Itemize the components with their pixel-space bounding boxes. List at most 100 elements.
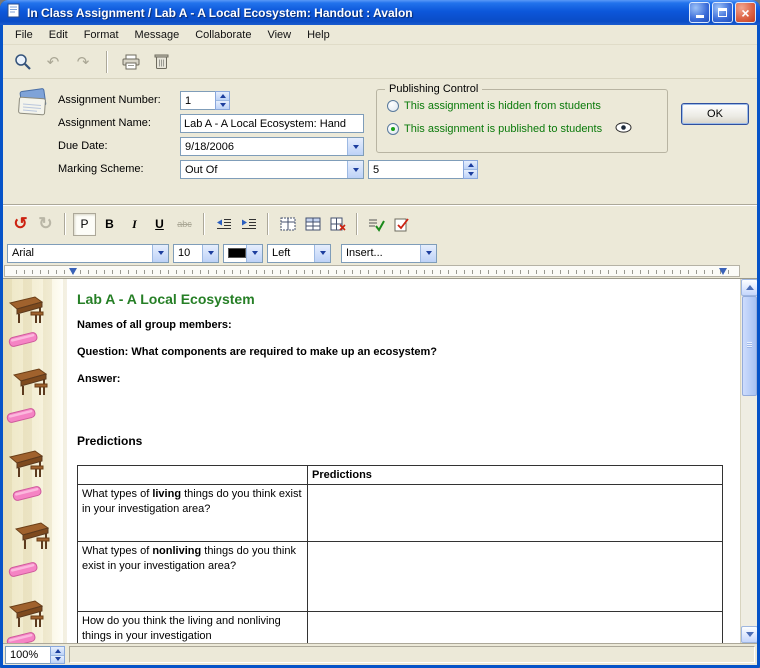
stepper-down-icon[interactable] xyxy=(216,100,229,109)
app-icon xyxy=(6,3,22,23)
redo-icon: ↻ xyxy=(34,213,57,236)
eraser-icon xyxy=(11,485,43,506)
close-button[interactable]: × xyxy=(735,2,756,23)
predictions-heading: Predictions xyxy=(77,434,142,448)
desk-icon xyxy=(9,293,49,330)
font-family-select[interactable]: Arial xyxy=(7,244,169,263)
history-back-icon: ↶ xyxy=(41,50,65,74)
marking-scheme-label: Marking Scheme: xyxy=(58,163,144,175)
stepper-down-icon[interactable] xyxy=(51,655,64,664)
stepper-down-icon[interactable] xyxy=(464,169,477,178)
validate-icon[interactable] xyxy=(390,213,413,236)
document-body[interactable]: Lab A - A Local Ecosystem Names of all g… xyxy=(67,279,740,643)
eraser-icon xyxy=(7,561,39,582)
stepper-up-icon[interactable] xyxy=(51,647,64,655)
document-pane: Lab A - A Local Ecosystem Names of all g… xyxy=(3,278,757,643)
radio-selected-icon[interactable] xyxy=(387,123,399,135)
stationery-margin xyxy=(3,279,67,643)
scrollbar-thumb[interactable] xyxy=(742,296,757,396)
ok-button-label: OK xyxy=(707,108,723,120)
stepper-up-icon[interactable] xyxy=(216,92,229,100)
menu-edit[interactable]: Edit xyxy=(41,27,76,43)
zoom-control[interactable]: 100% xyxy=(5,646,65,664)
marking-points-stepper[interactable]: 5 xyxy=(368,160,478,179)
toolbar-separator xyxy=(106,51,108,73)
dropdown-arrow-icon xyxy=(347,138,363,155)
insert-select[interactable]: Insert... xyxy=(341,244,437,263)
alignment-select[interactable]: Left xyxy=(267,244,331,263)
stepper-arrows xyxy=(463,160,478,179)
font-color-select[interactable] xyxy=(223,244,263,263)
dropdown-arrow-icon xyxy=(347,161,363,178)
header-cell-predictions: Predictions xyxy=(308,466,723,485)
bold-button[interactable]: B xyxy=(98,213,121,236)
history-forward-icon: ↷ xyxy=(71,50,95,74)
paragraph-marks-toggle[interactable]: P xyxy=(73,213,96,236)
publishing-control-group: Publishing Control This assignment is hi… xyxy=(376,89,668,153)
minimize-button[interactable] xyxy=(689,2,710,23)
assignment-number-value: 1 xyxy=(180,91,215,110)
menu-file[interactable]: File xyxy=(7,27,41,43)
cell-text: What types of xyxy=(82,488,152,500)
maximize-button[interactable] xyxy=(712,2,733,23)
status-message-area xyxy=(69,646,755,663)
status-bar: 100% xyxy=(3,643,757,665)
marking-scheme-select[interactable]: Out Of xyxy=(180,160,364,179)
zoom-icon[interactable] xyxy=(11,50,35,74)
right-indent-marker[interactable] xyxy=(719,268,727,275)
desk-icon xyxy=(13,365,53,402)
scroll-down-icon[interactable] xyxy=(741,626,757,643)
answer-cell[interactable] xyxy=(308,485,723,542)
menu-format[interactable]: Format xyxy=(76,27,127,43)
question-line: Question: What components are required t… xyxy=(77,346,437,358)
italic-button[interactable]: I xyxy=(123,213,146,236)
vertical-scrollbar[interactable] xyxy=(740,279,757,643)
assignment-name-field[interactable] xyxy=(180,114,364,133)
editor-toolbar: ↺ ↻ P B I U abc xyxy=(3,206,757,242)
question-cell: What types of living things do you think… xyxy=(78,485,308,542)
undo-icon[interactable]: ↺ xyxy=(9,213,32,236)
title-bar[interactable]: In Class Assignment / Lab A - A Local Ec… xyxy=(0,0,760,25)
insert-table-icon[interactable] xyxy=(301,213,324,236)
toolbar-separator xyxy=(356,213,358,235)
indent-decrease-icon[interactable] xyxy=(212,213,235,236)
dropdown-arrow-icon xyxy=(202,245,218,262)
due-date-select[interactable]: 9/18/2006 xyxy=(180,137,364,156)
menu-view[interactable]: View xyxy=(259,27,299,43)
assignment-number-stepper[interactable]: 1 xyxy=(180,91,230,110)
app-window: In Class Assignment / Lab A - A Local Ec… xyxy=(0,0,760,668)
table-row: What types of living things do you think… xyxy=(78,485,723,542)
radio-icon[interactable] xyxy=(387,100,399,112)
eraser-icon xyxy=(5,631,37,643)
cell-text: How do you think the living and nonlivin… xyxy=(82,615,281,641)
stepper-up-icon[interactable] xyxy=(464,161,477,169)
answer-cell[interactable] xyxy=(308,542,723,612)
menu-message[interactable]: Message xyxy=(127,27,188,43)
font-size-select[interactable]: 10 xyxy=(173,244,219,263)
select-table-icon[interactable] xyxy=(276,213,299,236)
marking-scheme-value: Out Of xyxy=(181,164,347,176)
due-date-value: 9/18/2006 xyxy=(181,141,347,153)
scroll-up-icon[interactable] xyxy=(741,279,757,296)
dropdown-arrow-icon xyxy=(246,245,262,262)
menu-collaborate[interactable]: Collaborate xyxy=(187,27,259,43)
ruler-ticks xyxy=(9,270,735,274)
answer-cell[interactable] xyxy=(308,612,723,643)
menu-help[interactable]: Help xyxy=(299,27,338,43)
left-indent-marker[interactable] xyxy=(69,268,77,275)
delete-cell-icon[interactable] xyxy=(326,213,349,236)
question-cell: What types of nonliving things do you th… xyxy=(78,542,308,612)
delete-icon[interactable] xyxy=(149,50,173,74)
print-icon[interactable] xyxy=(119,50,143,74)
spell-check-icon[interactable] xyxy=(365,213,388,236)
radio-published-option[interactable]: This assignment is published to students xyxy=(387,122,659,136)
underline-button[interactable]: U xyxy=(148,213,171,236)
assignment-name-label: Assignment Name: xyxy=(58,117,151,129)
strikethrough-icon: abc xyxy=(173,213,196,236)
ok-button[interactable]: OK xyxy=(681,103,749,125)
radio-hidden-option[interactable]: This assignment is hidden from students xyxy=(387,100,601,112)
toolbar-separator xyxy=(64,213,66,235)
indent-increase-icon[interactable] xyxy=(237,213,260,236)
ruler[interactable] xyxy=(4,265,740,277)
publishing-control-legend: Publishing Control xyxy=(385,83,482,95)
